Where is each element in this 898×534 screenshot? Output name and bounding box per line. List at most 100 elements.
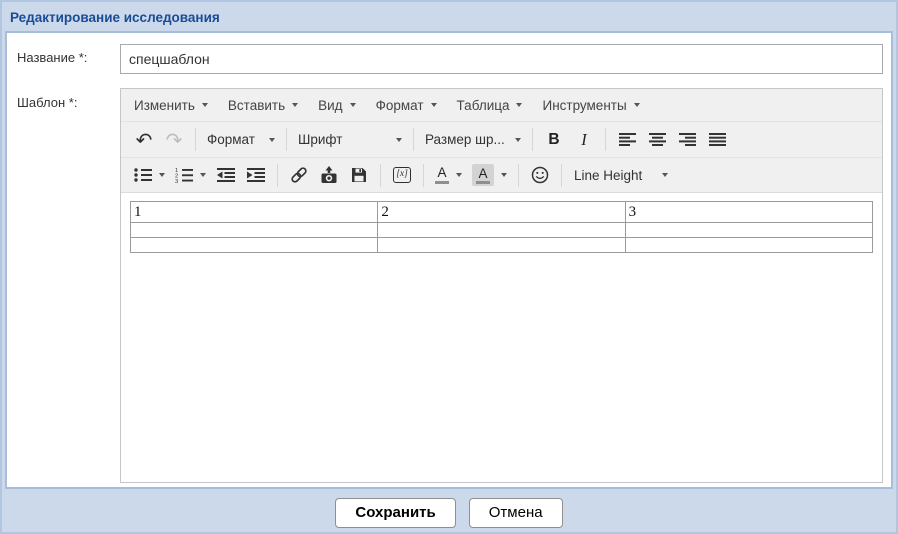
toolbar-separator bbox=[532, 128, 533, 151]
italic-icon: I bbox=[581, 130, 587, 150]
align-center-icon bbox=[649, 133, 666, 146]
bullet-list-button[interactable] bbox=[130, 161, 169, 189]
table-cell[interactable]: 2 bbox=[378, 202, 625, 223]
background-color-icon: A bbox=[472, 164, 494, 187]
redo-icon: ↷ bbox=[166, 130, 183, 150]
outdent-button[interactable] bbox=[212, 161, 240, 189]
menu-insert-label: Вставить bbox=[228, 98, 285, 113]
align-left-icon bbox=[619, 133, 636, 146]
undo-icon: ↶ bbox=[136, 130, 153, 150]
editor-menubar: Изменить Вставить Вид Формат Таблица bbox=[121, 89, 882, 121]
numbered-list-icon: 1 2 3 bbox=[175, 167, 193, 183]
caret-down-icon bbox=[516, 103, 522, 107]
menu-format[interactable]: Формат bbox=[369, 93, 444, 118]
code-sample-button[interactable]: [x] bbox=[388, 161, 416, 189]
caret-down-icon bbox=[292, 103, 298, 107]
toolbar-separator bbox=[286, 128, 287, 151]
rich-text-editor: Изменить Вставить Вид Формат Таблица bbox=[120, 88, 883, 483]
bold-button[interactable]: B bbox=[540, 126, 568, 154]
background-color-button[interactable]: A bbox=[468, 161, 511, 189]
numbered-list-button[interactable]: 1 2 3 bbox=[171, 161, 210, 189]
table-cell[interactable]: 3 bbox=[625, 202, 872, 223]
menu-view[interactable]: Вид bbox=[311, 93, 362, 118]
toolbar-separator bbox=[605, 128, 606, 151]
menu-format-label: Формат bbox=[376, 98, 424, 113]
toolbar-separator bbox=[423, 164, 424, 187]
caret-down-icon bbox=[159, 173, 165, 177]
table-cell[interactable] bbox=[378, 238, 625, 253]
code-sample-icon: [x] bbox=[393, 167, 411, 182]
caret-down-icon bbox=[269, 138, 275, 142]
menu-insert[interactable]: Вставить bbox=[221, 93, 305, 118]
bullet-list-icon bbox=[134, 168, 152, 182]
form-panel: Название *: Шаблон *: Изменить Вставить … bbox=[5, 31, 893, 489]
menu-table[interactable]: Таблица bbox=[450, 93, 530, 118]
table-cell[interactable] bbox=[131, 238, 378, 253]
content-table: 1 2 3 bbox=[130, 201, 873, 253]
caret-down-icon bbox=[501, 173, 507, 177]
align-justify-icon bbox=[709, 133, 726, 146]
redo-button[interactable]: ↷ bbox=[160, 126, 188, 154]
font-select-label: Шрифт bbox=[298, 132, 342, 147]
menu-edit-label: Изменить bbox=[134, 98, 195, 113]
caret-down-icon bbox=[202, 103, 208, 107]
align-center-button[interactable] bbox=[643, 126, 671, 154]
toolbar-separator bbox=[413, 128, 414, 151]
font-select[interactable]: Шрифт bbox=[294, 126, 406, 154]
format-select[interactable]: Формат bbox=[203, 126, 279, 154]
text-color-button[interactable]: A bbox=[431, 161, 466, 189]
toolbar-separator bbox=[380, 164, 381, 187]
caret-down-icon bbox=[350, 103, 356, 107]
name-label: Название *: bbox=[17, 50, 87, 65]
caret-down-icon bbox=[662, 173, 668, 177]
italic-button[interactable]: I bbox=[570, 126, 598, 154]
menu-tools[interactable]: Инструменты bbox=[535, 93, 646, 118]
save-icon bbox=[350, 166, 368, 184]
editor-toolbar-2: 1 2 3 bbox=[121, 157, 882, 193]
table-cell[interactable]: 1 bbox=[131, 202, 378, 223]
insert-link-button[interactable] bbox=[285, 161, 313, 189]
caret-down-icon bbox=[515, 138, 521, 142]
template-label: Шаблон *: bbox=[17, 95, 77, 110]
emoticons-button[interactable] bbox=[526, 161, 554, 189]
align-right-icon bbox=[679, 133, 696, 146]
svg-text:3: 3 bbox=[175, 179, 178, 183]
upload-image-button[interactable] bbox=[315, 161, 343, 189]
smiley-icon bbox=[531, 166, 549, 184]
table-cell[interactable] bbox=[378, 223, 625, 238]
caret-down-icon bbox=[634, 103, 640, 107]
align-justify-button[interactable] bbox=[703, 126, 731, 154]
toolbar-separator bbox=[518, 164, 519, 187]
toolbar-separator bbox=[195, 128, 196, 151]
editor-content-area[interactable]: 1 2 3 bbox=[121, 193, 882, 482]
toolbar-separator bbox=[561, 164, 562, 187]
font-size-select[interactable]: Размер шр... bbox=[421, 126, 525, 154]
table-row bbox=[131, 223, 873, 238]
caret-down-icon bbox=[200, 173, 206, 177]
caret-down-icon bbox=[431, 103, 437, 107]
bold-icon: B bbox=[548, 131, 559, 149]
link-icon bbox=[290, 166, 308, 184]
menu-tools-label: Инструменты bbox=[542, 98, 626, 113]
save-content-button[interactable] bbox=[345, 161, 373, 189]
undo-button[interactable]: ↶ bbox=[130, 126, 158, 154]
menu-edit[interactable]: Изменить bbox=[127, 93, 215, 118]
toolbar-separator bbox=[277, 164, 278, 187]
name-input[interactable] bbox=[120, 44, 883, 74]
table-cell[interactable] bbox=[625, 223, 872, 238]
format-select-label: Формат bbox=[207, 132, 255, 147]
table-cell[interactable] bbox=[625, 238, 872, 253]
text-color-icon: A bbox=[435, 166, 449, 184]
indent-button[interactable] bbox=[242, 161, 270, 189]
camera-upload-icon bbox=[320, 166, 338, 184]
cancel-button[interactable]: Отмена bbox=[469, 498, 563, 528]
menu-table-label: Таблица bbox=[457, 98, 510, 113]
line-height-select[interactable]: Line Height bbox=[570, 161, 672, 189]
align-left-button[interactable] bbox=[613, 126, 641, 154]
table-cell[interactable] bbox=[131, 223, 378, 238]
table-row: 1 2 3 bbox=[131, 202, 873, 223]
save-button[interactable]: Сохранить bbox=[335, 498, 455, 528]
align-right-button[interactable] bbox=[673, 126, 701, 154]
menu-view-label: Вид bbox=[318, 98, 342, 113]
editor-toolbar-1: ↶ ↷ Формат Шрифт Размер шр... bbox=[121, 121, 882, 157]
